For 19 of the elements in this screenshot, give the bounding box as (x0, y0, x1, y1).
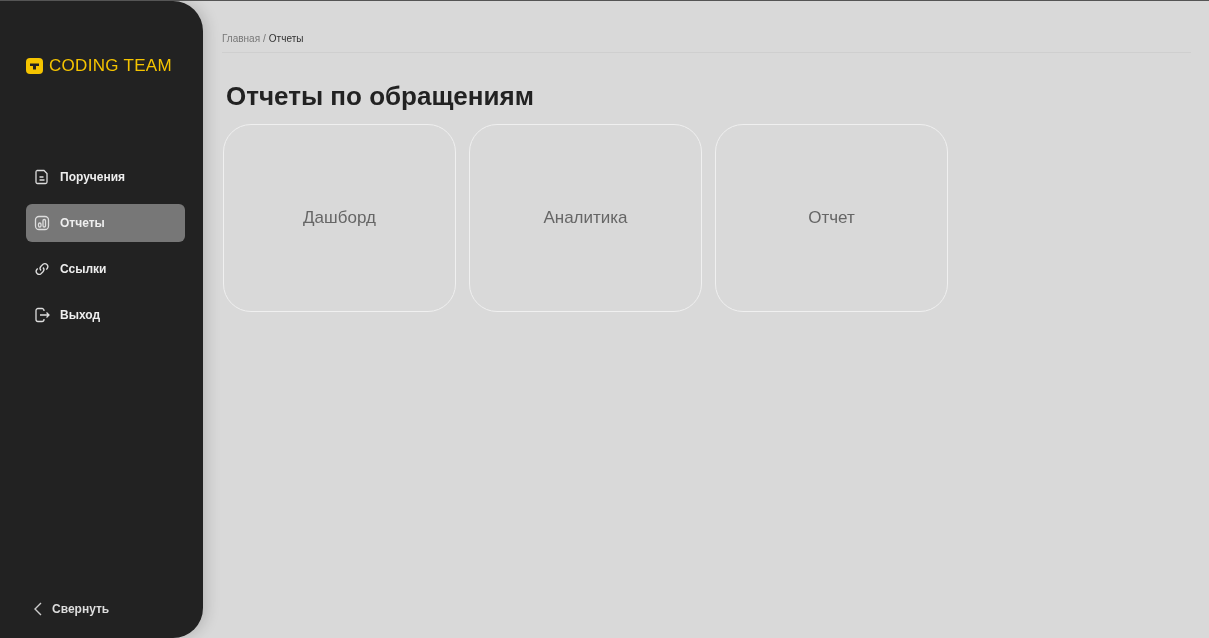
document-icon (34, 169, 50, 185)
nav-item[interactable]: Поручения (26, 158, 185, 196)
report-card[interactable]: Аналитика (469, 124, 702, 312)
report-card[interactable]: Отчет (715, 124, 948, 312)
nav-item[interactable]: Ссылки (26, 250, 185, 288)
link-icon (34, 261, 50, 277)
breadcrumb-current: Отчеты (268, 33, 304, 44)
exit-icon (34, 307, 50, 323)
nav-item[interactable]: Выход (26, 296, 185, 334)
nav-item[interactable]: Отчеты (26, 204, 185, 242)
logo-icon (26, 58, 43, 74)
chart-icon (34, 215, 50, 231)
chevron-left-icon (34, 602, 42, 616)
breadcrumb-link[interactable]: Главная (222, 33, 261, 44)
page-title: Отчеты по обращениям (226, 81, 535, 112)
report-card[interactable]: Дашборд (223, 124, 456, 312)
logo-text: CODING TEAM (49, 56, 172, 76)
collapse-button[interactable]: Свернуть (26, 602, 203, 616)
breadcrumb-separator: / (263, 33, 266, 44)
